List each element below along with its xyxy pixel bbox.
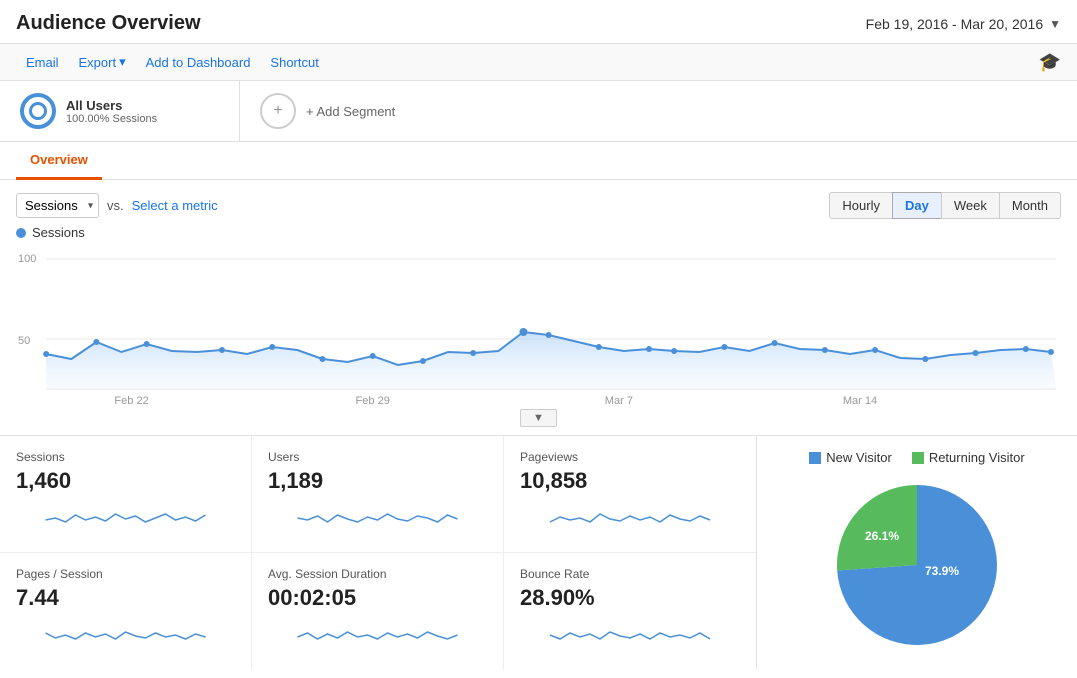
sparkline-pages-session (16, 617, 235, 645)
week-button[interactable]: Week (941, 192, 1000, 219)
chart-controls: Sessions ▾ vs. Select a metric Hourly Da… (16, 192, 1061, 219)
add-circle-icon: + (260, 93, 296, 129)
segment-info: All Users 100.00% Sessions (66, 98, 157, 125)
date-range-text: Feb 19, 2016 - Mar 20, 2016 (866, 16, 1043, 32)
stat-sessions: Sessions 1,460 (0, 436, 252, 553)
returning-visitor-slice (837, 485, 917, 571)
collapse-button[interactable]: ▼ (520, 409, 557, 427)
export-button[interactable]: Export ▾ (69, 50, 136, 74)
returning-visitor-legend: Returning Visitor (912, 450, 1025, 465)
stat-sessions-value: 1,460 (16, 468, 235, 494)
stat-sessions-label: Sessions (16, 450, 235, 464)
stats-grid: Sessions 1,460 Users 1,189 Pageviews 10,… (0, 436, 757, 669)
toolbar: Email Export ▾ Add to Dashboard Shortcut… (0, 44, 1077, 81)
month-button[interactable]: Month (999, 192, 1061, 219)
time-buttons: Hourly Day Week Month (830, 192, 1061, 219)
chevron-down-icon: ▼ (1049, 17, 1061, 31)
day-button[interactable]: Day (892, 192, 942, 219)
pie-legend: New Visitor Returning Visitor (809, 450, 1024, 465)
metric-selector: Sessions ▾ vs. Select a metric (16, 193, 218, 218)
stat-pageviews-value: 10,858 (520, 468, 740, 494)
stat-pages-session: Pages / Session 7.44 (0, 553, 252, 670)
svg-text:Mar 14: Mar 14 (843, 395, 877, 404)
svg-text:Feb 29: Feb 29 (356, 395, 390, 404)
top-header: Audience Overview Feb 19, 2016 - Mar 20,… (0, 0, 1077, 44)
svg-text:Mar 7: Mar 7 (605, 395, 633, 404)
stats-right: New Visitor Returning Visitor (757, 436, 1077, 669)
export-label: Export (79, 55, 117, 70)
sessions-legend: Sessions (16, 225, 1061, 240)
hourly-button[interactable]: Hourly (829, 192, 893, 219)
stat-bounce-rate-label: Bounce Rate (520, 567, 740, 581)
svg-text:100: 100 (18, 253, 36, 265)
sessions-chart: 100 50 (16, 244, 1061, 404)
new-visitor-percent-label: 73.9% (925, 564, 959, 578)
date-range-selector[interactable]: Feb 19, 2016 - Mar 20, 2016 ▼ (866, 16, 1061, 32)
add-segment-label: + Add Segment (306, 104, 395, 119)
stat-users: Users 1,189 (252, 436, 504, 553)
sparkline-users (268, 500, 487, 528)
stat-pageviews: Pageviews 10,858 (504, 436, 756, 553)
sessions-legend-dot (16, 228, 26, 238)
stat-bounce-rate: Bounce Rate 28.90% (504, 553, 756, 670)
export-dropdown-icon: ▾ (119, 54, 126, 70)
stat-pages-session-label: Pages / Session (16, 567, 235, 581)
vs-text: vs. (107, 198, 124, 213)
add-to-dashboard-button[interactable]: Add to Dashboard (136, 51, 261, 74)
tabs-bar: Overview (0, 142, 1077, 180)
stat-pages-session-value: 7.44 (16, 585, 235, 611)
sessions-legend-label: Sessions (32, 225, 85, 240)
svg-text:50: 50 (18, 335, 30, 347)
all-users-segment: All Users 100.00% Sessions (0, 81, 240, 141)
sparkline-pageviews (520, 500, 740, 528)
pie-svg: 73.9% 26.1% (827, 475, 1007, 655)
chart-bottom: ▼ (16, 409, 1061, 427)
sessions-dropdown[interactable]: Sessions (16, 193, 99, 218)
returning-visitor-percent-label: 26.1% (865, 529, 899, 543)
new-visitor-legend: New Visitor (809, 450, 892, 465)
segment-name: All Users (66, 98, 157, 113)
page-title: Audience Overview (16, 12, 201, 35)
stat-users-value: 1,189 (268, 468, 487, 494)
segments-bar: All Users 100.00% Sessions + + Add Segme… (0, 81, 1077, 142)
segment-sub: 100.00% Sessions (66, 113, 157, 125)
email-button[interactable]: Email (16, 51, 69, 74)
sparkline-avg-duration (268, 617, 487, 645)
add-segment-button[interactable]: + + Add Segment (240, 81, 415, 141)
stat-avg-duration-label: Avg. Session Duration (268, 567, 487, 581)
segment-inner-circle (29, 102, 47, 120)
stat-users-label: Users (268, 450, 487, 464)
stat-avg-duration-value: 00:02:05 (268, 585, 487, 611)
sessions-dropdown-wrap[interactable]: Sessions ▾ (16, 193, 99, 218)
chart-area: Sessions ▾ vs. Select a metric Hourly Da… (0, 180, 1077, 427)
new-visitor-label: New Visitor (826, 450, 892, 465)
segment-circle (20, 93, 56, 129)
svg-text:Feb 22: Feb 22 (114, 395, 148, 404)
returning-visitor-color (912, 452, 924, 464)
sparkline-sessions (16, 500, 235, 528)
stat-pageviews-label: Pageviews (520, 450, 740, 464)
help-icon-area: 🎓 (1039, 52, 1061, 73)
select-metric-link[interactable]: Select a metric (132, 198, 218, 213)
pie-chart: 73.9% 26.1% (827, 475, 1007, 655)
returning-visitor-label: Returning Visitor (929, 450, 1025, 465)
graduation-cap-icon: 🎓 (1039, 52, 1061, 72)
sparkline-bounce-rate (520, 617, 740, 645)
new-visitor-color (809, 452, 821, 464)
stat-avg-duration: Avg. Session Duration 00:02:05 (252, 553, 504, 670)
stat-bounce-rate-value: 28.90% (520, 585, 740, 611)
tab-overview[interactable]: Overview (16, 142, 102, 180)
chart-svg-wrap: 100 50 (16, 244, 1061, 407)
stats-section: Sessions 1,460 Users 1,189 Pageviews 10,… (0, 435, 1077, 669)
shortcut-button[interactable]: Shortcut (260, 51, 328, 74)
